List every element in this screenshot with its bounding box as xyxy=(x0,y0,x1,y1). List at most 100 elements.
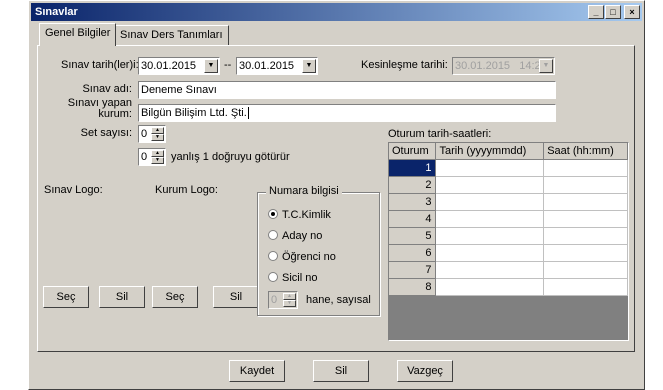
time-cell[interactable] xyxy=(543,278,628,296)
institution-logo-select-button[interactable]: Seç xyxy=(152,286,198,308)
row-number[interactable]: 3 xyxy=(389,193,437,211)
time-cell[interactable] xyxy=(543,176,628,194)
button-label: Seç xyxy=(56,291,76,303)
date-cell[interactable] xyxy=(435,193,545,211)
wrong-count-stepper[interactable]: 0 ▲ ▼ xyxy=(138,148,166,166)
radio-label: T.C.Kimlik xyxy=(282,209,331,221)
sessions-title: Oturum tarih-saatleri: xyxy=(388,128,492,140)
chevron-down-icon[interactable]: ▼ xyxy=(539,59,553,73)
time-cell[interactable] xyxy=(543,244,628,262)
number-info-title: Numara bilgisi xyxy=(266,185,342,197)
date-cell[interactable] xyxy=(435,210,545,228)
wrong-count-value: 0 xyxy=(141,151,148,163)
spin-buttons[interactable]: ▲ ▼ xyxy=(283,293,296,307)
table-row[interactable]: 3 xyxy=(389,193,628,211)
date-cell[interactable] xyxy=(435,261,545,279)
date-cell[interactable] xyxy=(435,159,545,177)
set-count-value: 0 xyxy=(141,128,148,140)
institution-label: Sınavı yapan kurum: xyxy=(58,98,132,120)
table-row[interactable]: 2 xyxy=(389,176,628,194)
genel-bilgiler-panel: Sınav tarih(ler)i: 30.01.2015 ▼ -- 30.01… xyxy=(37,45,635,352)
number-info-group: Numara bilgisi T.C.Kimlik Aday no Öğrenc… xyxy=(257,185,380,316)
minimize-icon[interactable]: _ xyxy=(588,5,604,19)
table-row[interactable]: 4 xyxy=(389,210,628,228)
exam-name-label: Sınav adı: xyxy=(82,83,132,95)
button-label: Sil xyxy=(229,291,243,303)
window-title: Sınavlar xyxy=(35,6,78,18)
institution-input[interactable]: Bilgün Bilişim Ltd. Şti. xyxy=(138,104,556,122)
radio-sicil-no[interactable]: Sicil no xyxy=(268,272,317,284)
radio-ogrenci-no[interactable]: Öğrenci no xyxy=(268,251,336,263)
table-row[interactable]: 8 xyxy=(389,278,628,296)
row-number[interactable]: 7 xyxy=(389,261,437,279)
row-number[interactable]: 2 xyxy=(389,176,437,194)
title-bar: Sınavlar _ □ × xyxy=(31,3,642,21)
spin-up-icon[interactable]: ▲ xyxy=(283,293,296,300)
exam-dates-label: Sınav tarih(ler)i: xyxy=(61,59,139,71)
set-count-label: Set sayısı: xyxy=(80,127,132,139)
spin-down-icon[interactable]: ▼ xyxy=(151,157,164,164)
spin-buttons[interactable]: ▲ ▼ xyxy=(151,127,164,141)
row-number[interactable]: 5 xyxy=(389,227,437,245)
spin-down-icon[interactable]: ▼ xyxy=(151,134,164,141)
radio-selected-icon xyxy=(268,209,278,219)
row-number[interactable]: 4 xyxy=(389,210,437,228)
date-cell[interactable] xyxy=(435,278,545,296)
time-cell[interactable] xyxy=(543,193,628,211)
row-number[interactable]: 8 xyxy=(389,278,437,296)
close-icon[interactable]: × xyxy=(624,5,640,19)
digits-stepper[interactable]: 0 ▲ ▼ xyxy=(268,291,298,309)
time-cell[interactable] xyxy=(543,227,628,245)
date-cell[interactable] xyxy=(435,244,545,262)
column-header[interactable]: Tarih (yyyymmdd) xyxy=(435,143,545,160)
spin-down-icon[interactable]: ▼ xyxy=(283,300,296,307)
table-row[interactable]: 1 xyxy=(389,159,628,177)
start-date-picker[interactable]: 30.01.2015 ▼ xyxy=(138,57,220,75)
institution-logo-delete-button[interactable]: Sil xyxy=(213,286,259,308)
chevron-down-icon[interactable]: ▼ xyxy=(204,59,218,73)
date-cell[interactable] xyxy=(435,227,545,245)
button-label: Kaydet xyxy=(239,365,275,377)
row-number[interactable]: 1 xyxy=(389,159,437,177)
cancel-button[interactable]: Vazgeç xyxy=(397,360,453,382)
table-row[interactable]: 6 xyxy=(389,244,628,262)
time-cell[interactable] xyxy=(543,210,628,228)
spin-buttons[interactable]: ▲ ▼ xyxy=(151,150,164,164)
end-date-picker[interactable]: 30.01.2015 ▼ xyxy=(236,57,318,75)
tab-label: Genel Bilgiler xyxy=(45,27,111,39)
exam-logo-select-button[interactable]: Seç xyxy=(43,286,89,308)
institution-value: Bilgün Bilişim Ltd. Şti. xyxy=(141,107,247,119)
date-separator: -- xyxy=(224,59,232,71)
spin-up-icon[interactable]: ▲ xyxy=(151,150,164,157)
radio-tc-kimlik[interactable]: T.C.Kimlik xyxy=(268,209,331,221)
radio-empty-icon xyxy=(268,272,278,282)
button-label: Seç xyxy=(165,291,185,303)
date-cell[interactable] xyxy=(435,176,545,194)
save-button[interactable]: Kaydet xyxy=(229,360,285,382)
sessions-grid[interactable]: Oturum Tarih (yyyymmdd) Saat (hh:mm) 1 2… xyxy=(388,142,629,341)
spin-up-icon[interactable]: ▲ xyxy=(151,127,164,134)
time-cell[interactable] xyxy=(543,159,628,177)
table-row[interactable]: 7 xyxy=(389,261,628,279)
row-number[interactable]: 6 xyxy=(389,244,437,262)
column-header[interactable]: Oturum xyxy=(389,143,437,160)
radio-label: Öğrenci no xyxy=(282,251,336,263)
column-header[interactable]: Saat (hh:mm) xyxy=(543,143,628,160)
settlement-date-picker[interactable]: 30.01.2015 14:24 ▼ xyxy=(452,57,555,75)
radio-label: Sicil no xyxy=(282,272,318,284)
tab-label: Sınav Ders Tanımları xyxy=(120,29,223,41)
exam-logo-delete-button[interactable]: Sil xyxy=(99,286,145,308)
chevron-down-icon[interactable]: ▼ xyxy=(302,59,316,73)
tab-sinav-ders-tanimlari[interactable]: Sınav Ders Tanımları xyxy=(114,25,229,45)
delete-button[interactable]: Sil xyxy=(313,360,369,382)
tab-genel-bilgiler[interactable]: Genel Bilgiler xyxy=(39,23,117,46)
set-count-stepper[interactable]: 0 ▲ ▼ xyxy=(138,125,166,143)
radio-empty-icon xyxy=(268,230,278,240)
radio-aday-no[interactable]: Aday no xyxy=(268,230,322,242)
table-row[interactable]: 5 xyxy=(389,227,628,245)
maximize-icon[interactable]: □ xyxy=(605,5,621,19)
exam-name-input[interactable]: Deneme Sınavı xyxy=(138,81,556,99)
time-cell[interactable] xyxy=(543,261,628,279)
settlement-date-value: 30.01.2015 14:24 xyxy=(455,60,547,72)
sessions-table: Oturum Tarih (yyyymmdd) Saat (hh:mm) 1 2… xyxy=(389,143,628,296)
